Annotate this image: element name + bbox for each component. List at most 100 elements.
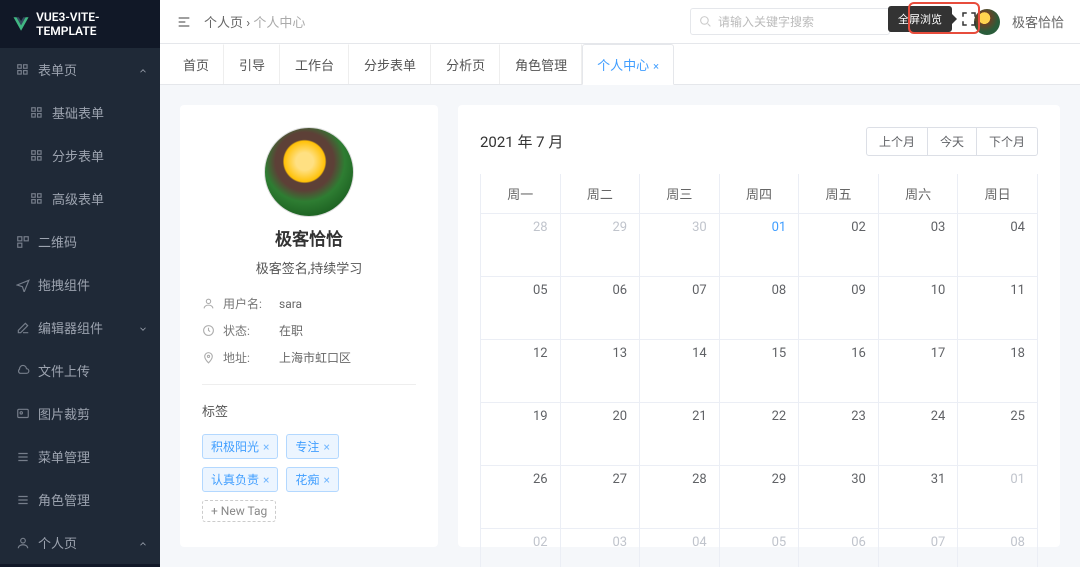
calendar-day[interactable]: 02 bbox=[799, 214, 879, 277]
calendar-day[interactable]: 03 bbox=[878, 214, 958, 277]
calendar-day[interactable]: 30 bbox=[799, 466, 879, 529]
tab[interactable]: 分步表单 bbox=[349, 44, 431, 84]
calendar-day[interactable]: 08 bbox=[719, 277, 799, 340]
header-username[interactable]: 极客恰恰 bbox=[1012, 12, 1064, 31]
calendar-day[interactable]: 01 bbox=[958, 466, 1038, 529]
calendar-day[interactable]: 18 bbox=[958, 340, 1038, 403]
calendar-next-button[interactable]: 下个月 bbox=[976, 127, 1038, 156]
calendar-day[interactable]: 03 bbox=[560, 529, 640, 567]
calendar-day[interactable]: 05 bbox=[481, 277, 561, 340]
tab[interactable]: 角色管理 bbox=[500, 44, 582, 84]
breadcrumb-item[interactable]: 个人页 bbox=[204, 16, 243, 31]
calendar-day[interactable]: 07 bbox=[640, 277, 720, 340]
calendar-day[interactable]: 24 bbox=[878, 403, 958, 466]
search-input[interactable]: 请输入关键字搜索 bbox=[690, 8, 890, 35]
tag[interactable]: 认真负责× bbox=[202, 467, 278, 492]
calendar-day[interactable]: 25 bbox=[958, 403, 1038, 466]
profile-row-value: 上海市虹口区 bbox=[279, 349, 351, 366]
sidebar-item-label: 基础表单 bbox=[52, 103, 104, 122]
add-tag-button[interactable]: + New Tag bbox=[202, 500, 276, 522]
calendar-day[interactable]: 29 bbox=[560, 214, 640, 277]
breadcrumb-item: 个人中心 bbox=[253, 16, 305, 31]
close-icon[interactable]: × bbox=[653, 60, 659, 73]
calendar-day[interactable]: 26 bbox=[481, 466, 561, 529]
tag[interactable]: 积极阳光× bbox=[202, 434, 278, 459]
calendar-day[interactable]: 31 bbox=[878, 466, 958, 529]
tab[interactable]: 首页 bbox=[168, 44, 224, 84]
tab[interactable]: 分析页 bbox=[431, 44, 500, 84]
sidebar-item-label: 图片裁剪 bbox=[38, 404, 90, 423]
calendar-card: 2021 年 7 月 上个月 今天 下个月 周一周二周三周四周五周六周日 282… bbox=[458, 105, 1060, 547]
close-icon[interactable]: × bbox=[263, 473, 269, 487]
sidebar-item[interactable]: 高级表单 bbox=[0, 177, 160, 220]
fullscreen-icon[interactable] bbox=[960, 10, 978, 28]
calendar-day[interactable]: 01 bbox=[719, 214, 799, 277]
sidebar-item[interactable]: 编辑器组件 bbox=[0, 306, 160, 349]
calendar-day[interactable]: 08 bbox=[958, 529, 1038, 567]
sidebar-item-label: 表单页 bbox=[38, 60, 77, 79]
calendar-day[interactable]: 22 bbox=[719, 403, 799, 466]
calendar-day[interactable]: 21 bbox=[640, 403, 720, 466]
calendar-weekday: 周五 bbox=[799, 174, 879, 214]
sidebar-item[interactable]: 拖拽组件 bbox=[0, 263, 160, 306]
calendar-day[interactable]: 04 bbox=[958, 214, 1038, 277]
calendar-day[interactable]: 13 bbox=[560, 340, 640, 403]
calendar-day[interactable]: 09 bbox=[799, 277, 879, 340]
calendar-day[interactable]: 28 bbox=[481, 214, 561, 277]
calendar-day[interactable]: 29 bbox=[719, 466, 799, 529]
tab[interactable]: 引导 bbox=[224, 44, 280, 84]
calendar-day[interactable]: 17 bbox=[878, 340, 958, 403]
calendar-weekday: 周日 bbox=[958, 174, 1038, 214]
sidebar-item[interactable]: 分步表单 bbox=[0, 134, 160, 177]
calendar-day[interactable]: 15 bbox=[719, 340, 799, 403]
menu-toggle-icon[interactable] bbox=[176, 14, 192, 30]
tab[interactable]: 个人中心× bbox=[582, 44, 674, 85]
tab[interactable]: 工作台 bbox=[280, 44, 349, 84]
header: 个人页 › 个人中心 请输入关键字搜索 极客恰恰 全屏浏览 bbox=[160, 0, 1080, 44]
logo-area[interactable]: VUE3-VITE-TEMPLATE bbox=[0, 0, 160, 48]
tag[interactable]: 花痴× bbox=[286, 467, 338, 492]
calendar-day[interactable]: 02 bbox=[481, 529, 561, 567]
search-placeholder: 请输入关键字搜索 bbox=[718, 13, 814, 30]
calendar-today-button[interactable]: 今天 bbox=[927, 127, 977, 156]
calendar-table: 周一周二周三周四周五周六周日 2829300102030405060708091… bbox=[480, 174, 1038, 567]
calendar-day[interactable]: 20 bbox=[560, 403, 640, 466]
sidebar-item[interactable]: 角色管理 bbox=[0, 478, 160, 521]
sidebar-item[interactable]: 二维码 bbox=[0, 220, 160, 263]
calendar-day[interactable]: 16 bbox=[799, 340, 879, 403]
cloud-icon bbox=[16, 364, 30, 378]
calendar-day[interactable]: 04 bbox=[640, 529, 720, 567]
calendar-day[interactable]: 27 bbox=[560, 466, 640, 529]
sidebar-item[interactable]: 个人页 bbox=[0, 521, 160, 564]
calendar-day[interactable]: 05 bbox=[719, 529, 799, 567]
sidebar-item[interactable]: 表单页 bbox=[0, 48, 160, 91]
calendar-day[interactable]: 28 bbox=[640, 466, 720, 529]
location-icon bbox=[202, 351, 215, 364]
tag[interactable]: 专注× bbox=[286, 434, 338, 459]
sidebar-item-label: 菜单管理 bbox=[38, 447, 90, 466]
calendar-day[interactable]: 23 bbox=[799, 403, 879, 466]
calendar-day[interactable]: 06 bbox=[799, 529, 879, 567]
profile-signature: 极客签名,持续学习 bbox=[256, 258, 363, 277]
sidebar-item[interactable]: 图片裁剪 bbox=[0, 392, 160, 435]
sidebar-item-label: 拖拽组件 bbox=[38, 275, 90, 294]
calendar-prev-button[interactable]: 上个月 bbox=[866, 127, 928, 156]
grid-icon bbox=[16, 63, 30, 77]
calendar-day[interactable]: 07 bbox=[878, 529, 958, 567]
breadcrumb: 个人页 › 个人中心 bbox=[204, 12, 305, 31]
close-icon[interactable]: × bbox=[323, 440, 329, 454]
sidebar-item-label: 编辑器组件 bbox=[38, 318, 103, 337]
calendar-day[interactable]: 30 bbox=[640, 214, 720, 277]
sidebar-item[interactable]: 菜单管理 bbox=[0, 435, 160, 478]
calendar-day[interactable]: 10 bbox=[878, 277, 958, 340]
close-icon[interactable]: × bbox=[323, 473, 329, 487]
calendar-day[interactable]: 12 bbox=[481, 340, 561, 403]
sidebar-item[interactable]: 基础表单 bbox=[0, 91, 160, 134]
calendar-day[interactable]: 06 bbox=[560, 277, 640, 340]
calendar-day[interactable]: 11 bbox=[958, 277, 1038, 340]
profile-name: 极客恰恰 bbox=[275, 225, 343, 250]
calendar-day[interactable]: 19 bbox=[481, 403, 561, 466]
calendar-day[interactable]: 14 bbox=[640, 340, 720, 403]
close-icon[interactable]: × bbox=[263, 440, 269, 454]
sidebar-item[interactable]: 文件上传 bbox=[0, 349, 160, 392]
